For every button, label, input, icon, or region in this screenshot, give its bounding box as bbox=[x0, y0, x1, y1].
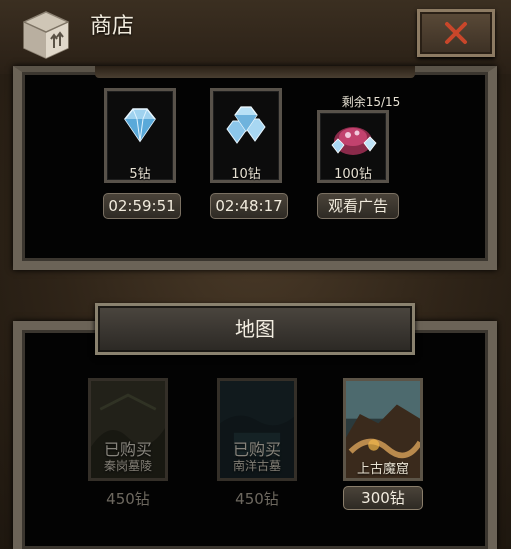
buy-map-button[interactable]: 300钻 bbox=[343, 486, 423, 510]
map-name: 南洋古墓 bbox=[232, 459, 281, 473]
map-card[interactable]: 已购买 南洋古墓 bbox=[217, 378, 297, 481]
offer-amount: 10钻 bbox=[231, 167, 261, 182]
diamond-icon bbox=[124, 108, 156, 143]
remaining-count: 剩余15/15 bbox=[341, 95, 401, 109]
offer-amount: 100钻 bbox=[334, 167, 372, 182]
close-button[interactable] bbox=[417, 9, 495, 57]
map-card[interactable]: 上古魔窟 bbox=[343, 378, 423, 481]
panel-top-strip bbox=[95, 66, 415, 78]
page-title: 商店 bbox=[90, 14, 135, 39]
offer-timer-button[interactable]: 02:48:17 bbox=[210, 193, 288, 219]
diamond-offer-card[interactable]: 5钻 bbox=[104, 88, 176, 183]
diamond-offer-card[interactable]: 10钻 bbox=[210, 88, 282, 183]
map-name: 上古魔窟 bbox=[356, 462, 409, 477]
diamond-bag-icon bbox=[331, 127, 377, 155]
box-icon bbox=[23, 11, 69, 59]
offer-amount: 5钻 bbox=[129, 167, 151, 182]
map-card[interactable]: 已购买 秦岗墓陵 bbox=[88, 378, 168, 481]
diamond-offer-card[interactable]: 100钻 bbox=[317, 110, 389, 183]
close-icon bbox=[445, 22, 467, 44]
watch-ad-button[interactable]: 观看广告 bbox=[317, 193, 399, 219]
map-price: 450钻 bbox=[235, 490, 279, 508]
map-section-title: 地图 bbox=[95, 303, 415, 355]
diamond-pile-icon bbox=[226, 106, 266, 144]
offer-timer-button[interactable]: 02:59:51 bbox=[103, 193, 181, 219]
map-price: 450钻 bbox=[106, 490, 150, 508]
map-name: 秦岗墓陵 bbox=[103, 459, 152, 473]
